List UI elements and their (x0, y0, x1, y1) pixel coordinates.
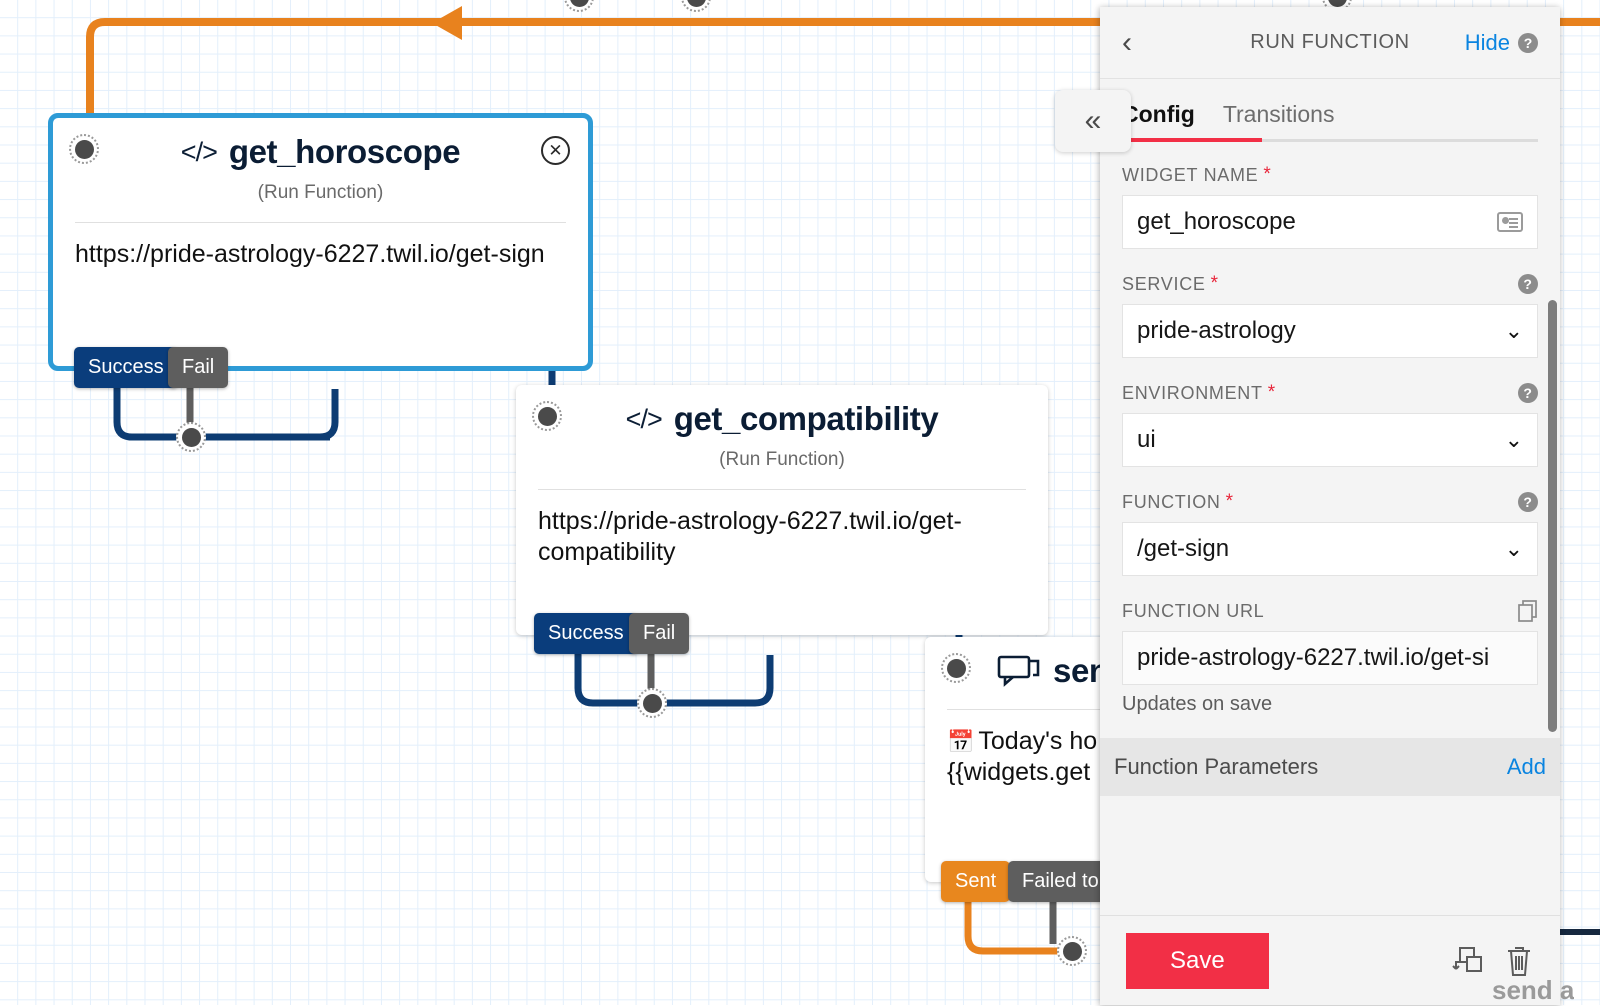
close-icon[interactable]: ✕ (541, 136, 570, 165)
transition-pill-success[interactable]: Success (534, 613, 638, 654)
calendar-emoji-icon: 📅 (947, 729, 974, 754)
node-title: get_horoscope (229, 133, 460, 171)
panel-scroll-area[interactable]: WIDGET NAME * get_horoscope SERVICE * ? … (1100, 142, 1560, 915)
transition-pill-sent[interactable]: Sent (941, 861, 1010, 902)
node-title-row: </> get_compatibility (532, 400, 1032, 438)
function-url-value: pride-astrology-6227.twil.io/get-si (1137, 644, 1523, 672)
service-label: SERVICE * ? (1122, 273, 1538, 295)
panel-footer: Save (1100, 915, 1560, 1005)
hide-link[interactable]: Hide (1465, 30, 1510, 56)
contact-card-icon[interactable] (1497, 212, 1523, 232)
function-value: /get-sign (1137, 535, 1497, 563)
function-select[interactable]: /get-sign ⌄ (1122, 522, 1538, 576)
tab-config[interactable]: Config (1122, 101, 1195, 142)
panel-scrollbar[interactable] (1548, 300, 1557, 732)
code-icon: </> (181, 137, 217, 168)
help-icon[interactable]: ? (1518, 492, 1538, 512)
chevron-down-icon[interactable]: ⌄ (1505, 318, 1523, 344)
widget-name-input[interactable]: get_horoscope (1122, 195, 1538, 249)
environment-label: ENVIRONMENT * ? (1122, 382, 1538, 404)
node-entry-handle[interactable] (941, 653, 971, 683)
node-body-url: https://pride-astrology-6227.twil.io/get… (516, 490, 1048, 579)
function-label-text: FUNCTION (1122, 492, 1221, 513)
collapse-panel-button[interactable]: « (1055, 90, 1131, 152)
node-body-line1: Today's ho (978, 727, 1097, 755)
panel-tabs[interactable]: Config Transitions (1100, 79, 1560, 142)
widget-name-value: get_horoscope (1137, 208, 1497, 236)
node-header: </> get_horoscope ✕ (53, 118, 588, 172)
node-subtitle: (Run Function) (516, 449, 1048, 471)
code-icon: </> (626, 404, 662, 435)
service-label-text: SERVICE (1122, 274, 1206, 295)
tab-transitions[interactable]: Transitions (1223, 101, 1335, 142)
function-parameters-label: Function Parameters (1114, 754, 1318, 780)
function-url-label-text: FUNCTION URL (1122, 601, 1264, 622)
function-parameters-bar: Function Parameters Add (1100, 738, 1560, 796)
environment-label-text: ENVIRONMENT (1122, 383, 1263, 404)
function-url-label: FUNCTION URL (1122, 600, 1538, 622)
transition-pill-fail[interactable]: Fail (629, 613, 689, 654)
help-icon[interactable]: ? (1518, 383, 1538, 403)
footer-icon-group (1450, 944, 1534, 978)
clipped-node-label: send a (1492, 975, 1574, 1006)
transition-pill-fail[interactable]: Fail (168, 347, 228, 388)
environment-select[interactable]: ui ⌄ (1122, 413, 1538, 467)
add-parameter-button[interactable]: Add (1507, 754, 1546, 780)
junction-dot-horoscope[interactable] (176, 422, 206, 452)
required-asterisk: * (1263, 164, 1271, 186)
service-select[interactable]: pride-astrology ⌄ (1122, 304, 1538, 358)
help-icon[interactable]: ? (1518, 33, 1538, 53)
required-asterisk: * (1268, 382, 1276, 404)
function-label: FUNCTION * ? (1122, 491, 1538, 513)
transition-pill-success[interactable]: Success (74, 347, 178, 388)
environment-value: ui (1137, 426, 1497, 454)
function-url-hint: Updates on save (1122, 693, 1538, 716)
run-function-config-panel[interactable]: ‹ RUN FUNCTION Hide ? Config Transitions… (1100, 7, 1560, 1005)
chevron-down-icon[interactable]: ⌄ (1505, 427, 1523, 453)
panel-header: ‹ RUN FUNCTION Hide ? (1100, 7, 1560, 79)
required-asterisk: * (1226, 491, 1234, 513)
service-value: pride-astrology (1137, 317, 1497, 345)
required-asterisk: * (1211, 273, 1219, 295)
widget-name-label: WIDGET NAME * (1122, 164, 1538, 186)
node-title-row: </> get_horoscope (69, 133, 572, 171)
node-subtitle: (Run Function) (53, 182, 588, 204)
junction-dot-compatibility[interactable] (637, 688, 667, 718)
widget-name-label-text: WIDGET NAME (1122, 165, 1258, 186)
copy-icon[interactable] (1518, 600, 1538, 622)
junction-dot-send[interactable] (1057, 936, 1087, 966)
node-body-line2: {{widgets.get (947, 758, 1090, 786)
node-header: </> get_compatibility (516, 385, 1048, 439)
node-entry-handle[interactable] (532, 401, 562, 431)
save-button[interactable]: Save (1126, 933, 1269, 989)
chat-bubble-icon (997, 655, 1041, 687)
chevron-down-icon[interactable]: ⌄ (1505, 536, 1523, 562)
node-body-url: https://pride-astrology-6227.twil.io/get… (53, 223, 588, 287)
node-entry-handle[interactable] (69, 134, 99, 164)
trash-icon[interactable] (1504, 944, 1534, 978)
widget-node-get-horoscope[interactable]: </> get_horoscope ✕ (Run Function) https… (48, 113, 593, 371)
help-icon[interactable]: ? (1518, 274, 1538, 294)
duplicate-icon[interactable] (1450, 945, 1484, 977)
node-title: get_compatibility (674, 400, 939, 438)
widget-node-get-compatibility[interactable]: </> get_compatibility (Run Function) htt… (516, 385, 1048, 635)
function-url-input[interactable]: pride-astrology-6227.twil.io/get-si (1122, 631, 1538, 685)
